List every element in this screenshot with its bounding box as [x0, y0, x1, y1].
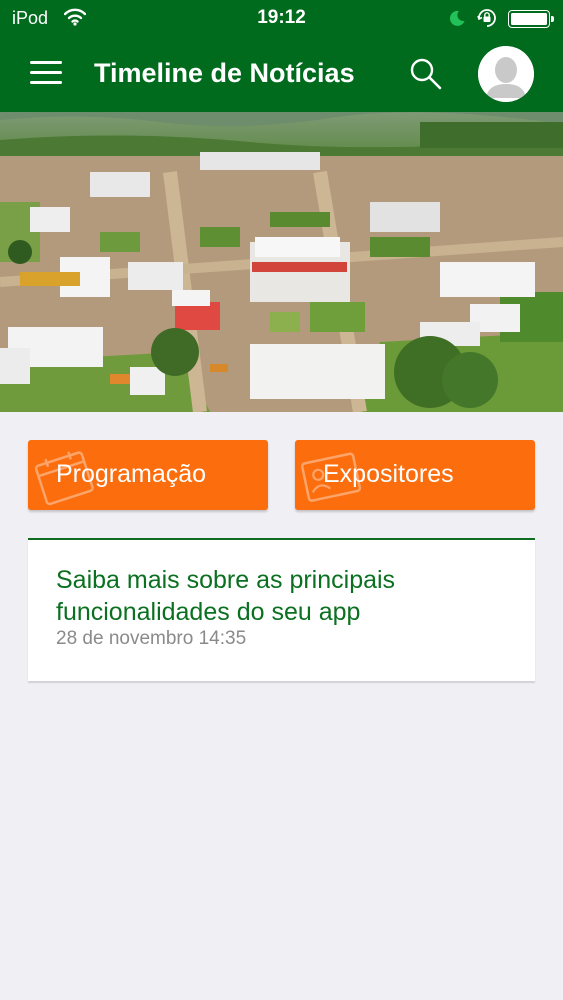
news-title: Saiba mais sobre as principais funcional…	[56, 566, 396, 626]
status-bar: iPod 19:12	[0, 0, 563, 36]
nav-bar: Timeline de Notícias	[0, 36, 563, 112]
expositores-label: Expositores	[323, 460, 454, 488]
avatar-icon	[478, 46, 534, 102]
moon-icon	[448, 9, 466, 32]
expositores-button[interactable]: Expositores	[295, 440, 535, 510]
orientation-lock-icon	[476, 8, 498, 33]
programacao-label: Programação	[56, 460, 207, 488]
avatar[interactable]	[478, 46, 534, 102]
hero-image	[0, 112, 563, 412]
app-header: iPod 19:12 Timeline de Notícias	[0, 0, 563, 112]
news-card[interactable]: Saiba mais sobre as principais funcional…	[28, 538, 535, 681]
menu-icon[interactable]	[28, 58, 64, 88]
search-icon[interactable]	[408, 56, 444, 92]
battery-icon	[508, 10, 554, 28]
page-title: Timeline de Notícias	[94, 58, 355, 88]
news-date: 28 de novembro 14:35	[56, 628, 247, 649]
programacao-button[interactable]: Programação	[28, 440, 268, 510]
